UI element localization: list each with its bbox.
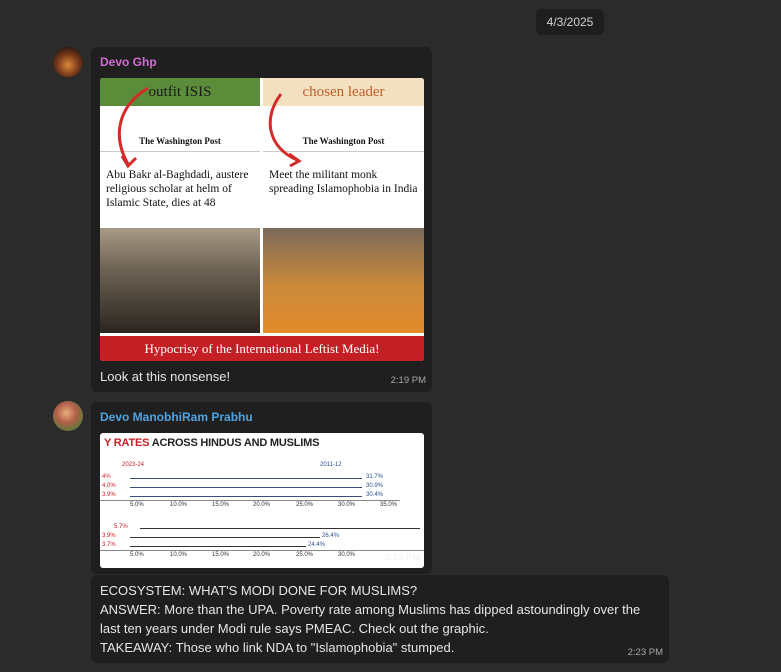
value-label: 30.4% [366,492,384,498]
value-label: 4% [102,474,111,480]
value-label: 3.9% [102,533,116,539]
tick-label: 15.0% [212,552,230,558]
data-line [130,537,320,538]
chart-title-prefix: Y RATES [104,437,150,449]
message-text: Look at this nonsense! [100,369,231,384]
date-separator: 4/3/2025 [536,9,604,35]
sender-name[interactable]: Devo ManobhiRam Prabhu [100,410,253,424]
x-axis [100,500,400,501]
value-label: 24.4% [308,542,326,548]
message-line: ANSWER: More than the UPA. Poverty rate … [100,602,641,636]
message-time: 2:23 PM [384,552,420,563]
tick-label: 20.0% [253,552,271,558]
value-label: 31.7% [366,474,384,480]
message-image[interactable]: outfit ISIS The Washington Post Abu Bakr… [100,78,424,361]
tick-label: 25.0% [296,552,314,558]
message-bubble: Devo ManobhiRam Prabhu Y RATES ACROSS HI… [91,402,432,574]
tick-label: 35.0% [380,502,398,508]
value-label: 26.4% [322,533,340,539]
message-bubble: ECOSYSTEM: WHAT'S MODI DONE FOR MUSLIMS?… [91,575,669,663]
value-label: 4.0% [102,483,116,489]
tick-label: 10.0% [170,502,188,508]
message-bubble: Devo Ghp outfit ISIS The Washington Post… [91,47,432,392]
headline: Meet the militant monk spreading Islamop… [269,169,418,195]
avatar[interactable] [53,401,83,431]
data-line [130,478,362,479]
image-left-panel: outfit ISIS The Washington Post Abu Bakr… [100,78,260,361]
tick-label: 20.0% [253,502,271,508]
tick-label: 30.0% [338,502,356,508]
arrow-icon [268,93,302,168]
image-right-panel: chosen leader The Washington Post Meet t… [263,78,424,361]
chart-title-rest: ACROSS HINDUS AND MUSLIMS [149,437,320,449]
message-line: ECOSYSTEM: WHAT'S MODI DONE FOR MUSLIMS? [100,583,418,598]
value-label: 3.7% [102,542,116,548]
sender-name[interactable]: Devo Ghp [100,55,157,69]
tick-label: 15.0% [212,502,230,508]
x-axis [100,550,424,551]
data-line [130,496,362,497]
tick-label: 10.0% [170,552,188,558]
series-label: 2011-12 [320,462,342,468]
value-label: 3.9% [102,492,116,498]
tick-label: 5.0% [130,502,144,508]
tick-label: 30.0% [338,552,356,558]
value-label: 5.7% [114,524,128,530]
photo [263,228,424,333]
message-text: ECOSYSTEM: WHAT'S MODI DONE FOR MUSLIMS?… [100,581,660,657]
message-time: 2:19 PM [390,375,426,386]
avatar[interactable] [53,47,83,77]
message-image[interactable]: Y RATES ACROSS HINDUS AND MUSLIMS 2023-2… [100,433,424,568]
chart-title: Y RATES ACROSS HINDUS AND MUSLIMS [104,437,319,449]
data-line [130,487,362,488]
data-line [140,528,420,529]
value-label: 30.9% [366,483,384,489]
tick-label: 5.0% [130,552,144,558]
image-caption: Hypocrisy of the International Leftist M… [100,336,424,361]
photo [100,228,260,333]
data-line [130,546,306,547]
series-label: 2023-24 [122,462,145,468]
message-line: TAKEAWAY: Those who link NDA to "Islamop… [100,640,455,655]
arrow-icon [117,86,149,169]
tick-label: 25.0% [296,502,314,508]
message-time: 2:23 PM [627,647,663,658]
